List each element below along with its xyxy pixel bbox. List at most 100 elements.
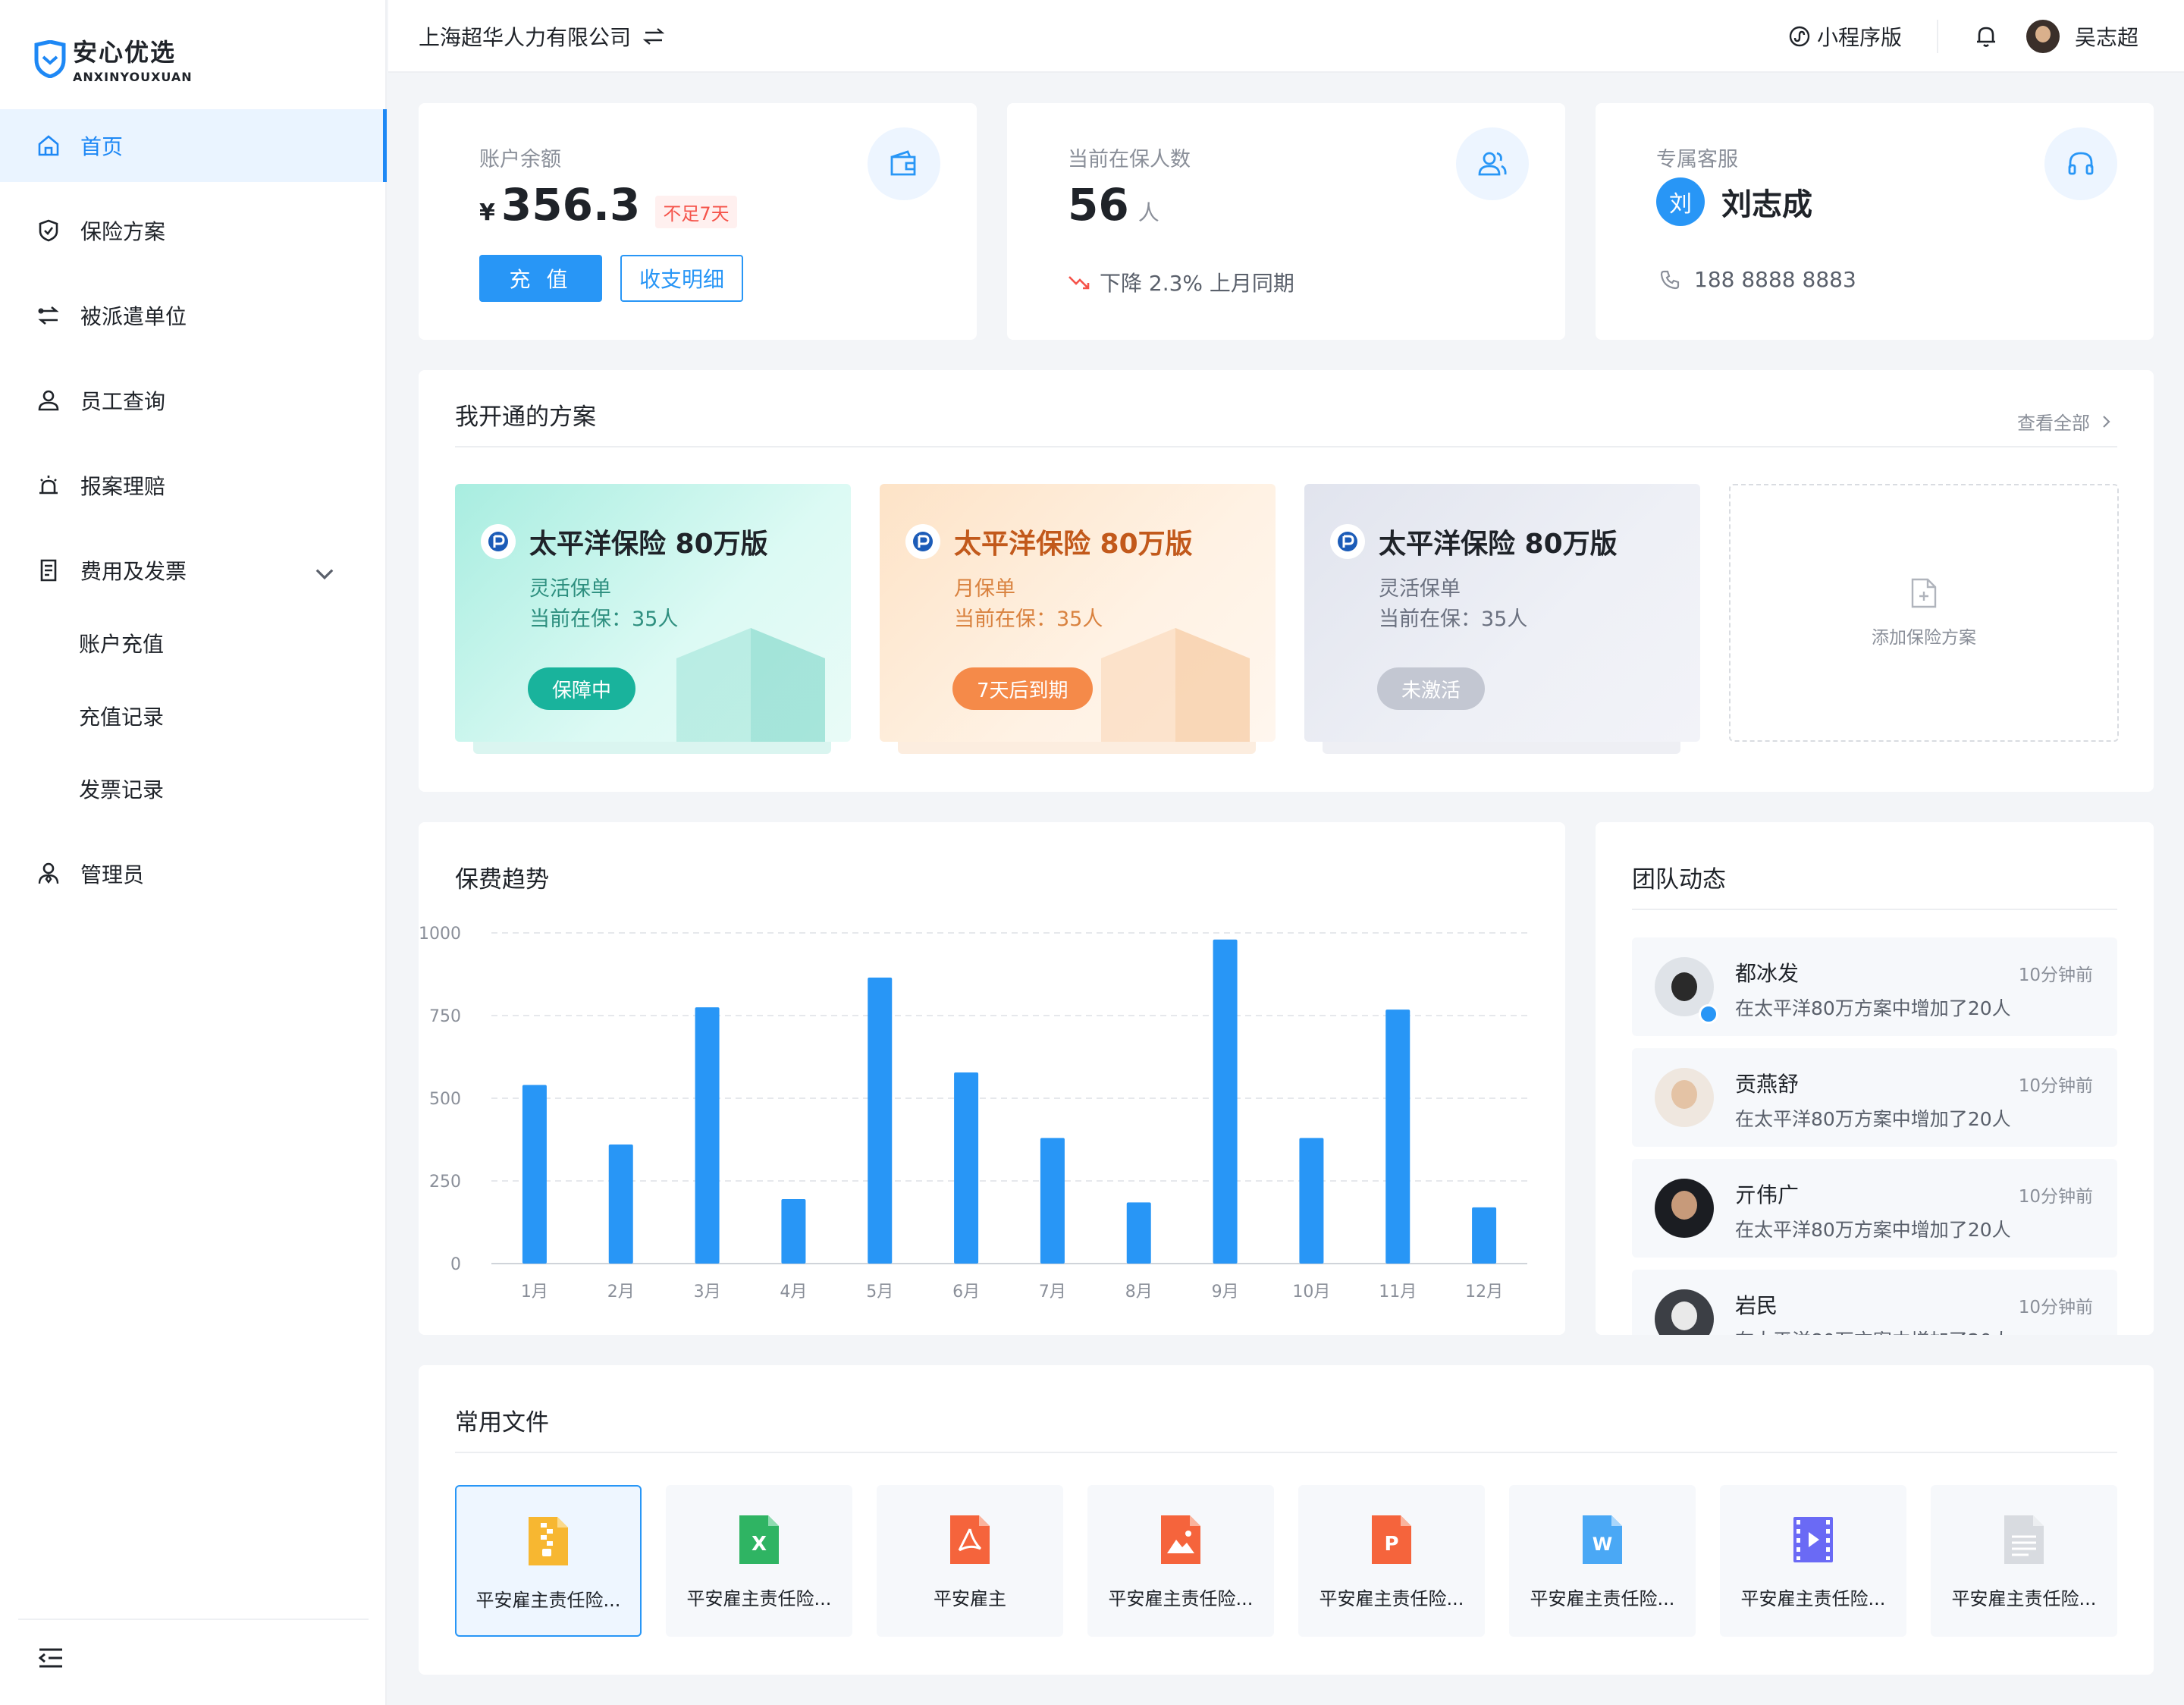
file-card[interactable]: W平安雇主责任险...: [1509, 1485, 1696, 1637]
recharge-button[interactable]: 充 值: [479, 255, 602, 302]
chart-bar[interactable]: [954, 1072, 978, 1264]
balance-value-row: ¥ 356.3 不足7天: [479, 179, 737, 231]
company-switcher[interactable]: 上海超华人力有限公司: [419, 21, 664, 52]
team-feed-divider: [1632, 909, 2117, 910]
sidebar-item-label: 报案理赔: [80, 470, 165, 501]
feed-item[interactable]: 都冰发 10分钟前 在太平洋80万方案中增加了20人: [1632, 937, 2117, 1036]
service-phone[interactable]: 188 8888 8883: [1659, 267, 1856, 292]
chart-x-tick-label: 8月: [1125, 1283, 1153, 1302]
chart-bar[interactable]: [781, 1199, 805, 1264]
plan-name: 太平洋保险 80万版: [954, 522, 1193, 561]
user-menu[interactable]: 吴志超: [2026, 20, 2138, 53]
file-card[interactable]: 平安雇主责任险...: [455, 1485, 642, 1637]
chart-y-tick-label: 750: [429, 1007, 461, 1026]
sidebar-item-label: 首页: [80, 130, 123, 161]
feed-avatar: [1655, 1068, 1714, 1127]
bell-icon[interactable]: [1973, 24, 1999, 49]
sidebar-item-home[interactable]: 首页: [0, 109, 387, 182]
sidebar-subitem-recharge[interactable]: 账户充值: [0, 607, 387, 680]
view-all-link[interactable]: 查看全部: [2017, 408, 2114, 435]
chart-x-tick-label: 9月: [1212, 1283, 1239, 1302]
chart-bar[interactable]: [522, 1085, 547, 1264]
chart-y-tick-label: 500: [429, 1090, 461, 1109]
chevron-right-icon: [2098, 413, 2114, 430]
svg-text:W: W: [1592, 1534, 1612, 1555]
chart-y-tick-label: 250: [429, 1173, 461, 1192]
logo-name-en: ANXINYOUXUAN: [73, 70, 193, 84]
sidebar-item-admin[interactable]: 管理员: [0, 837, 387, 910]
image-file-icon: [1158, 1514, 1203, 1565]
service-agent-avatar: 刘: [1656, 177, 1705, 226]
user-avatar: [2026, 20, 2060, 53]
balance-icon-wrap: [868, 127, 940, 200]
add-file-icon: [1910, 577, 1938, 609]
sidebar-subitem-recharge-records[interactable]: 充值记录: [0, 680, 387, 752]
plan-card[interactable]: 太平洋保险 80万版 灵活保单 当前在保：35人 未激活: [1304, 484, 1700, 742]
file-name: 平安雇主责任险...: [1931, 1584, 2117, 1610]
chart-bar[interactable]: [609, 1145, 633, 1264]
feed-item[interactable]: 亓伟广 10分钟前 在太平洋80万方案中增加了20人: [1632, 1159, 2117, 1258]
mini-program-link[interactable]: 小程序版: [1788, 21, 1902, 52]
file-card[interactable]: 平安雇主责任险...: [1087, 1485, 1274, 1637]
transfer-icon: [36, 303, 61, 328]
zip-file-icon: [526, 1515, 571, 1567]
plan-card[interactable]: 太平洋保险 80万版 灵活保单 当前在保：35人 保障中: [455, 484, 851, 742]
people-icon: [1476, 148, 1508, 180]
sidebar-item-plans[interactable]: 保险方案: [0, 194, 387, 267]
plan-name: 太平洋保险 80万版: [529, 522, 768, 561]
plan-count: 当前在保：35人: [954, 602, 1103, 632]
chart-bar[interactable]: [868, 978, 892, 1264]
sidebar-subitem-invoice-records[interactable]: 发票记录: [0, 752, 387, 825]
feed-description: 在太平洋80万方案中增加了20人: [1735, 1326, 2011, 1335]
view-all-label: 查看全部: [2017, 408, 2090, 435]
plan-card[interactable]: 太平洋保险 80万版 月保单 当前在保：35人 7天后到期: [880, 484, 1276, 742]
home-icon: [36, 133, 61, 158]
chart-bar[interactable]: [1127, 1202, 1151, 1264]
sidebar-item-claims[interactable]: 报案理赔: [0, 449, 387, 522]
plan-card-title: 太平洋保险 80万版: [905, 522, 1193, 561]
chart-bar[interactable]: [1385, 1009, 1410, 1264]
sidebar-item-employees[interactable]: 员工查询: [0, 364, 387, 437]
plan-status-badge: 保障中: [528, 667, 635, 710]
file-card[interactable]: P平安雇主责任险...: [1298, 1485, 1485, 1637]
plans-title: 我开通的方案: [455, 397, 596, 432]
transactions-button[interactable]: 收支明细: [620, 255, 743, 302]
file-name: 平安雇主责任险...: [1087, 1584, 1274, 1610]
chart-bar[interactable]: [695, 1007, 720, 1264]
add-plan-button[interactable]: 添加保险方案: [1729, 484, 2119, 742]
chart-bar[interactable]: [1040, 1138, 1065, 1264]
feed-user-name: 亓伟广: [1735, 1179, 1799, 1209]
feed-time: 10分钟前: [2019, 1182, 2093, 1207]
feed-item[interactable]: 岩民 10分钟前 在太平洋80万方案中增加了20人: [1632, 1270, 2117, 1335]
team-feed-card: 团队动态 都冰发 10分钟前 在太平洋80万方案中增加了20人 贡燕舒 10分钟…: [1596, 822, 2154, 1335]
file-name: 平安雇主: [877, 1584, 1063, 1610]
plan-logo: [481, 524, 516, 559]
chart-bar[interactable]: [1213, 940, 1238, 1264]
file-card[interactable]: 平安雇主: [877, 1485, 1063, 1637]
sidebar: 安心优选 ANXINYOUXUAN 首页 保险方案 被派遣单位 员工查询 报案理…: [0, 0, 387, 1705]
collapse-menu-icon[interactable]: [38, 1647, 64, 1669]
word-file-icon: W: [1580, 1514, 1625, 1565]
plan-count: 当前在保：35人: [529, 602, 678, 632]
chart-x-tick-label: 1月: [521, 1283, 548, 1302]
file-card[interactable]: 平安雇主责任险...: [1931, 1485, 2117, 1637]
file-card[interactable]: 平安雇主责任险...: [1720, 1485, 1906, 1637]
sidebar-item-billing[interactable]: 费用及发票: [0, 534, 387, 607]
feed-avatar: [1655, 1179, 1714, 1238]
feed-item[interactable]: 贡燕舒 10分钟前 在太平洋80万方案中增加了20人: [1632, 1048, 2117, 1147]
file-name: 平安雇主责任险...: [1720, 1584, 1906, 1610]
logo[interactable]: 安心优选 ANXINYOUXUAN: [33, 33, 193, 84]
insurer-logo-icon: [911, 529, 935, 554]
sidebar-item-label: 被派遣单位: [80, 300, 187, 331]
insured-value-row: 56 人: [1068, 179, 1159, 231]
insured-trend-text: 下降 2.3% 上月同期: [1100, 267, 1294, 297]
chart-bar[interactable]: [1299, 1138, 1323, 1264]
sidebar-item-dispatch[interactable]: 被派遣单位: [0, 279, 387, 352]
chart-x-tick-label: 5月: [866, 1283, 893, 1302]
insured-count: 56: [1068, 179, 1129, 231]
plans-section: 我开通的方案 查看全部 太平洋保险 80万版 灵活保单 当前在保：35人 保障中…: [419, 370, 2154, 792]
file-card[interactable]: X平安雇主责任险...: [666, 1485, 852, 1637]
chart-bar[interactable]: [1472, 1207, 1496, 1264]
verified-badge-icon: [1699, 1004, 1718, 1024]
feed-description: 在太平洋80万方案中增加了20人: [1735, 994, 2011, 1021]
